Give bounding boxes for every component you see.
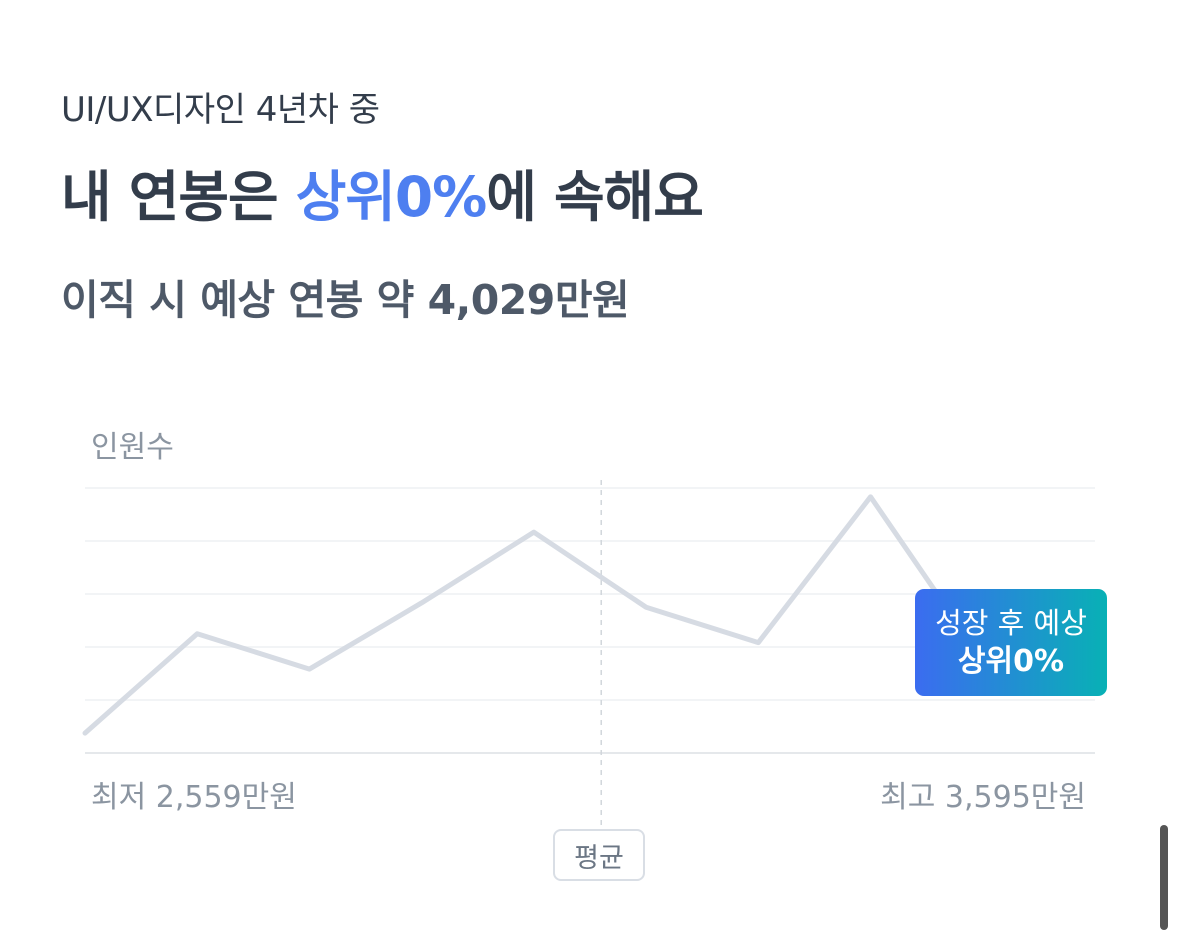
scrollbar[interactable] — [1160, 825, 1168, 930]
tooltip-line2: 상위0% — [958, 642, 1064, 682]
min-salary-label: 최저 2,559만원 — [91, 772, 297, 816]
average-badge: 평균 — [553, 829, 645, 881]
max-salary-label: 최고 3,595만원 — [880, 772, 1086, 816]
highlight-tooltip: 성장 후 예상 상위0% — [915, 589, 1107, 696]
tooltip-line1: 성장 후 예상 — [935, 604, 1087, 642]
